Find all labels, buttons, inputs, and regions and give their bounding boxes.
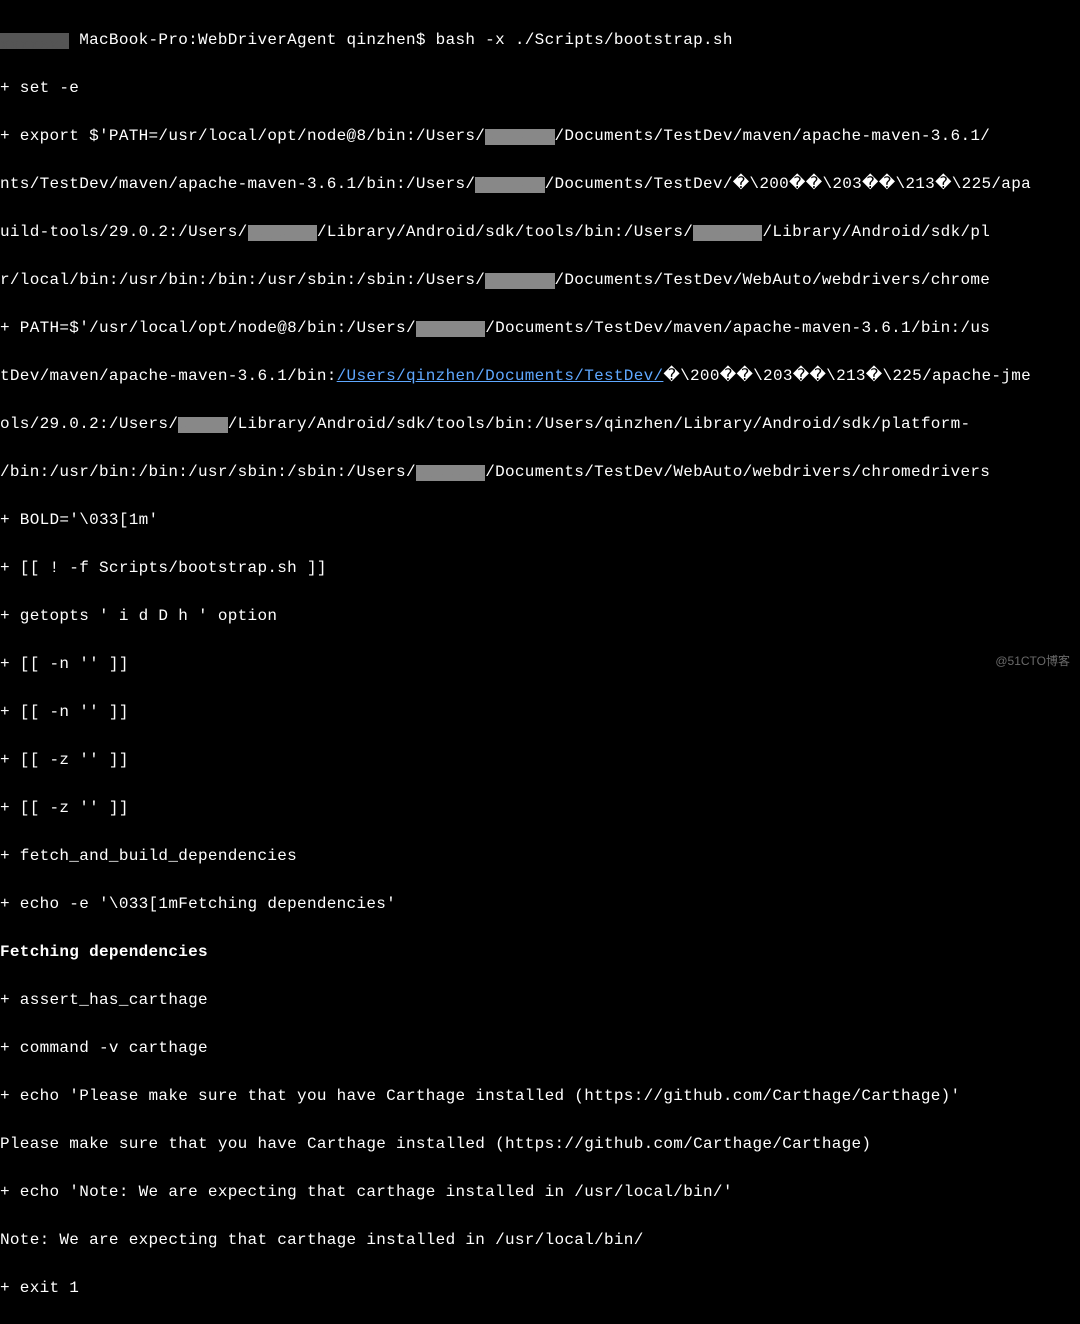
output-line: r/local/bin:/usr/bin:/bin:/usr/sbin:/sbi… [0, 268, 1080, 292]
path-link[interactable]: /Users/qinzhen/Documents/TestDev/ [337, 367, 664, 385]
output-line: + echo 'Note: We are expecting that cart… [0, 1180, 1080, 1204]
prompt-line: xxxxxxx MacBook-Pro:WebDriverAgent qinzh… [0, 28, 1080, 52]
output-line: + [[ ! -f Scripts/bootstrap.sh ]] [0, 556, 1080, 580]
redacted-user: xxxxxxx [485, 273, 554, 289]
redacted-user: xxxxxxx [248, 225, 317, 241]
output-line: Note: We are expecting that carthage ins… [0, 1228, 1080, 1252]
redacted-user: xxxxxxx [416, 465, 485, 481]
redacted-user: xxxxxxx [475, 177, 544, 193]
output-line: + command -v carthage [0, 1036, 1080, 1060]
redacted-user: xxxxx [178, 417, 228, 433]
output-line-bold: Fetching dependencies [0, 940, 1080, 964]
output-line: + [[ -n '' ]] [0, 652, 1080, 676]
output-line: + BOLD='\033[1m' [0, 508, 1080, 532]
output-line: + set -e [0, 76, 1080, 100]
redacted-user: xxxxxxx [693, 225, 762, 241]
output-line: + echo 'Please make sure that you have C… [0, 1084, 1080, 1108]
output-line: + export $'PATH=/usr/local/opt/node@8/bi… [0, 124, 1080, 148]
output-line: + [[ -n '' ]] [0, 700, 1080, 724]
output-line: ols/29.0.2:/Users/xxxxx/Library/Android/… [0, 412, 1080, 436]
output-line: + PATH=$'/usr/local/opt/node@8/bin:/User… [0, 316, 1080, 340]
redacted-user: xxxxxxx [485, 129, 554, 145]
output-line: + getopts ' i d D h ' option [0, 604, 1080, 628]
output-line: + echo -e '\033[1mFetching dependencies' [0, 892, 1080, 916]
output-line: + [[ -z '' ]] [0, 748, 1080, 772]
output-line: + assert_has_carthage [0, 988, 1080, 1012]
output-line: + fetch_and_build_dependencies [0, 844, 1080, 868]
output-line: Please make sure that you have Carthage … [0, 1132, 1080, 1156]
watermark-text: @51CTO博客 [995, 652, 1070, 670]
output-line: /bin:/usr/bin:/bin:/usr/sbin:/sbin:/User… [0, 460, 1080, 484]
output-line: nts/TestDev/maven/apache-maven-3.6.1/bin… [0, 172, 1080, 196]
command-text: bash -x ./Scripts/bootstrap.sh [436, 31, 733, 49]
redacted-hostname: xxxxxxx [0, 33, 69, 49]
output-line: tDev/maven/apache-maven-3.6.1/bin:/Users… [0, 364, 1080, 388]
terminal-output[interactable]: xxxxxxx MacBook-Pro:WebDriverAgent qinzh… [0, 4, 1080, 1324]
output-line: + exit 1 [0, 1276, 1080, 1300]
output-line: uild-tools/29.0.2:/Users/xxxxxxx/Library… [0, 220, 1080, 244]
redacted-user: xxxxxxx [416, 321, 485, 337]
output-line: + [[ -z '' ]] [0, 796, 1080, 820]
